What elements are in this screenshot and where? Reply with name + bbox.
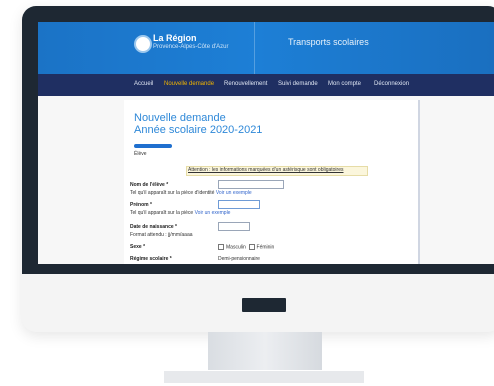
regime-label: Régime scolaire *	[130, 256, 172, 262]
nav-item-deconnexion[interactable]: Déconnexion	[374, 81, 409, 87]
prenom-label: Prénom *	[130, 202, 152, 208]
logo-subtitle: Provence-Alpes-Côte d'Azur	[153, 44, 229, 50]
nav-item-nouvelle-demande[interactable]: Nouvelle demande	[164, 81, 214, 87]
step-progress-bar	[134, 144, 172, 148]
monitor-brand-badge	[242, 298, 286, 312]
site-header: La Région Provence-Alpes-Côte d'Azur Tra…	[38, 22, 494, 74]
prenom-input[interactable]	[218, 200, 260, 209]
naissance-label: Date de naissance *	[130, 224, 177, 230]
monitor-base	[164, 370, 364, 383]
nav-item-compte[interactable]: Mon compte	[328, 81, 361, 87]
naissance-input[interactable]	[218, 222, 250, 231]
sexe-feminin-radio[interactable]	[248, 244, 255, 250]
nav-item-renouvellement[interactable]: Renouvellement	[224, 81, 267, 87]
header-divider	[254, 22, 255, 74]
page-subtitle: Année scolaire 2020-2021	[134, 124, 263, 136]
step-label: Élève	[134, 151, 147, 157]
monitor-stand	[208, 332, 322, 372]
prenom-example-link[interactable]: Voir un exemple	[195, 210, 231, 216]
sexe-options: Masculin Féminin	[218, 244, 274, 250]
naissance-help: Format attendu : jj/mm/aaaa	[130, 232, 193, 238]
nom-help: Tel qu'il apparaît sur la pièce d'identi…	[130, 190, 252, 196]
sexe-feminin-label: Féminin	[256, 244, 275, 251]
sexe-label: Sexe *	[130, 244, 146, 250]
page-title: Nouvelle demande	[134, 112, 226, 124]
nom-input[interactable]	[218, 180, 284, 189]
nom-label: Nom de l'élève *	[130, 182, 169, 188]
region-logo-icon[interactable]	[134, 35, 152, 53]
main-nav: Accueil Nouvelle demande Renouvellement …	[38, 74, 494, 96]
sexe-masculin-label: Masculin	[226, 244, 246, 251]
sexe-masculin-radio[interactable]	[218, 244, 224, 250]
site-title: Transports scolaires	[288, 37, 369, 47]
logo-title[interactable]: La Région	[153, 33, 197, 43]
nav-item-accueil[interactable]: Accueil	[134, 81, 153, 87]
nom-example-link[interactable]: Voir un exemple	[216, 190, 252, 196]
nav-item-suivi[interactable]: Suivi demande	[278, 81, 318, 87]
prenom-help: Tel qu'il apparaît sur la pièce Voir un …	[130, 210, 231, 216]
regime-value[interactable]: Demi-pensionnaire	[218, 256, 260, 262]
notice-text: Attention : les informations marquées d'…	[188, 167, 344, 173]
